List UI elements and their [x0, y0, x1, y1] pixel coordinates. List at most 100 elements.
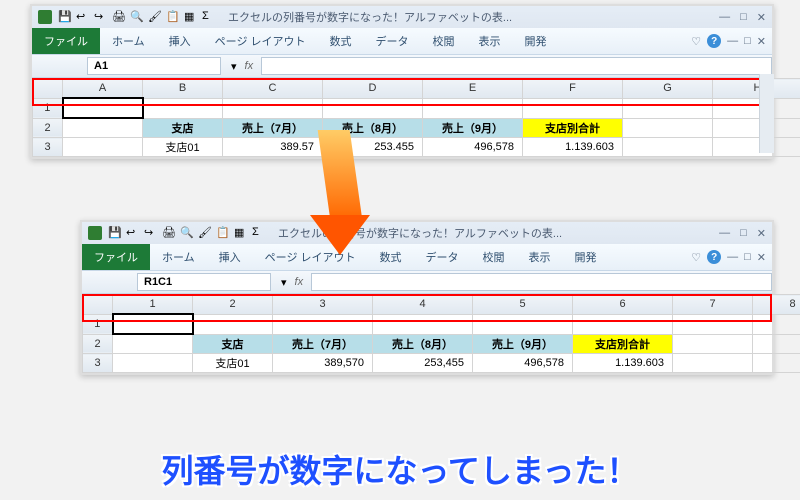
cell[interactable]: [573, 314, 673, 334]
ribbon-restore-icon[interactable]: □: [744, 35, 751, 47]
cell[interactable]: [623, 118, 713, 138]
tab-insert[interactable]: 挿入: [207, 245, 253, 269]
cell[interactable]: 売上（9月）: [473, 334, 573, 354]
tab-review[interactable]: 校閲: [421, 29, 467, 53]
cell-selected[interactable]: [113, 314, 193, 334]
maximize-icon[interactable]: □: [740, 11, 747, 24]
cell[interactable]: [713, 138, 800, 157]
cell[interactable]: [113, 354, 193, 373]
cell[interactable]: [143, 98, 223, 118]
cell[interactable]: [753, 334, 800, 354]
cell[interactable]: [63, 118, 143, 138]
maximize-icon[interactable]: □: [740, 227, 747, 240]
cell[interactable]: 売上（8月）: [373, 334, 473, 354]
tab-data[interactable]: データ: [414, 245, 471, 269]
sum-icon[interactable]: Σ: [202, 10, 216, 24]
spreadsheet-grid[interactable]: 1 2 3 4 5 6 7 8 1 2 支店 売上（7月） 売上（8月） 売上（…: [82, 294, 772, 373]
cell[interactable]: 支店別合計: [573, 334, 673, 354]
col-header[interactable]: B: [143, 79, 223, 99]
redo-icon[interactable]: ↪: [94, 10, 108, 24]
select-all-cell[interactable]: [33, 79, 63, 99]
ribbon-minimize-icon[interactable]: —: [727, 35, 738, 47]
row-header[interactable]: 1: [83, 314, 113, 334]
col-header[interactable]: H: [713, 79, 800, 99]
col-header[interactable]: 1: [113, 295, 193, 315]
save-icon[interactable]: 💾: [108, 226, 122, 240]
row-header[interactable]: 1: [33, 98, 63, 118]
cell[interactable]: [623, 138, 713, 157]
tab-page-layout[interactable]: ページ レイアウト: [253, 245, 368, 269]
row-header[interactable]: 3: [83, 354, 113, 373]
cell[interactable]: 支店01: [193, 354, 273, 373]
tab-developer[interactable]: 開発: [563, 245, 609, 269]
favorite-icon[interactable]: ♡: [691, 251, 701, 264]
print-icon[interactable]: 🖨: [112, 10, 126, 24]
cell[interactable]: [673, 314, 753, 334]
cell[interactable]: [673, 354, 753, 373]
close-icon[interactable]: ✕: [757, 11, 766, 24]
col-header[interactable]: E: [423, 79, 523, 99]
col-header[interactable]: 8: [753, 295, 800, 315]
tab-data[interactable]: データ: [364, 29, 421, 53]
col-header[interactable]: 4: [373, 295, 473, 315]
fx-icon[interactable]: fx: [237, 60, 262, 72]
tab-page-layout[interactable]: ページ レイアウト: [203, 29, 318, 53]
col-header[interactable]: 5: [473, 295, 573, 315]
row-header[interactable]: 2: [83, 334, 113, 354]
sum-icon[interactable]: Σ: [252, 226, 266, 240]
cell[interactable]: 253,455: [373, 354, 473, 373]
name-box[interactable]: A1: [87, 57, 221, 75]
cell[interactable]: 389,570: [273, 354, 373, 373]
cell[interactable]: [753, 314, 800, 334]
file-tab[interactable]: ファイル: [32, 28, 100, 54]
undo-icon[interactable]: ↩: [76, 10, 90, 24]
close-icon[interactable]: ✕: [757, 227, 766, 240]
col-header[interactable]: G: [623, 79, 713, 99]
tab-view[interactable]: 表示: [467, 29, 513, 53]
cell[interactable]: [113, 334, 193, 354]
cell[interactable]: [193, 314, 273, 334]
spreadsheet-grid[interactable]: A B C D E F G H 1 2 支店 売上（7月） 売上（8月） 売上（…: [32, 78, 772, 157]
tab-insert[interactable]: 挿入: [157, 29, 203, 53]
cell[interactable]: 売上（8月）: [323, 118, 423, 138]
col-header[interactable]: A: [63, 79, 143, 99]
cell[interactable]: [623, 98, 713, 118]
cell[interactable]: 389.57: [223, 138, 323, 157]
cell[interactable]: 売上（7月）: [273, 334, 373, 354]
minimize-icon[interactable]: —: [719, 11, 730, 24]
preview-icon[interactable]: 🔍: [130, 10, 144, 24]
cell[interactable]: 売上（9月）: [423, 118, 523, 138]
ribbon-restore-icon[interactable]: □: [744, 251, 751, 263]
tab-formulas[interactable]: 数式: [318, 29, 364, 53]
save-icon[interactable]: 💾: [58, 10, 72, 24]
cell[interactable]: [323, 98, 423, 118]
quick-access-toolbar[interactable]: 💾 ↩ ↪ 🖨 🔍 🖌 📋 ▦ Σ: [58, 10, 216, 24]
cell[interactable]: [273, 314, 373, 334]
help-icon[interactable]: ?: [707, 250, 721, 264]
preview-icon[interactable]: 🔍: [180, 226, 194, 240]
cell[interactable]: 1.139.603: [523, 138, 623, 157]
cell-selected[interactable]: [63, 98, 143, 118]
cell[interactable]: [423, 98, 523, 118]
help-icon[interactable]: ?: [707, 34, 721, 48]
col-header[interactable]: C: [223, 79, 323, 99]
cell[interactable]: [753, 354, 800, 373]
formula-input[interactable]: [261, 57, 772, 75]
cell[interactable]: 支店: [143, 118, 223, 138]
cell[interactable]: 支店別合計: [523, 118, 623, 138]
cell[interactable]: 支店01: [143, 138, 223, 157]
select-all-cell[interactable]: [83, 295, 113, 315]
col-header[interactable]: 3: [273, 295, 373, 315]
cell[interactable]: 496,578: [423, 138, 523, 157]
formula-input[interactable]: [311, 273, 772, 291]
minimize-icon[interactable]: —: [719, 227, 730, 240]
quick-access-toolbar[interactable]: 💾 ↩ ↪ 🖨 🔍 🖌 📋 ▦ Σ: [108, 226, 266, 240]
row-header[interactable]: 2: [33, 118, 63, 138]
cell[interactable]: [673, 334, 753, 354]
cell[interactable]: 売上（7月）: [223, 118, 323, 138]
ribbon-minimize-icon[interactable]: —: [727, 251, 738, 263]
cell[interactable]: 1.139.603: [573, 354, 673, 373]
cell[interactable]: [473, 314, 573, 334]
cell[interactable]: [373, 314, 473, 334]
cell[interactable]: 496,578: [473, 354, 573, 373]
